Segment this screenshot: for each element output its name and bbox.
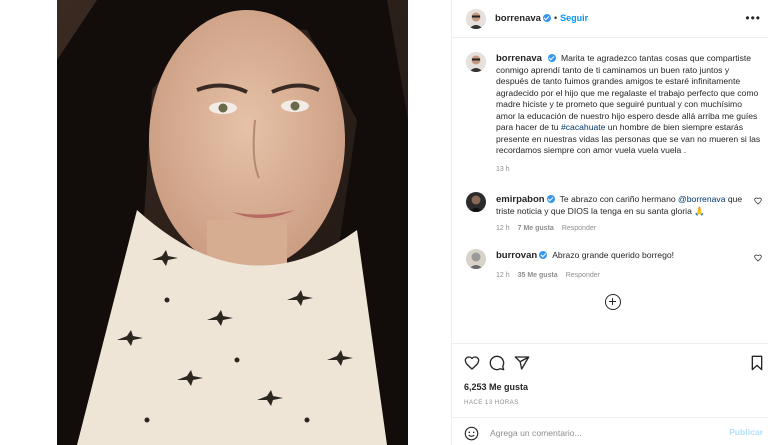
comment-item: burrovan Abrazo grande querido borrego! 1… [496,250,746,281]
more-options-icon[interactable]: ••• [745,11,761,25]
comment-avatar[interactable] [466,249,486,269]
comment-text: Abrazo grande querido borrego! [552,250,675,260]
comment-bubble-icon[interactable] [489,355,505,371]
comment-meta: 12 h 35 Me gusta Responder [496,270,746,282]
page-background [0,0,57,445]
post-date[interactable]: HACE 13 HORAS [464,399,519,406]
comment-reply-button[interactable]: Responder [566,272,600,279]
caption-meta: 13 h [496,164,762,176]
caption-text: Marita te agradezco tantas cosas que com… [496,53,759,132]
comment-likes[interactable]: 7 Me gusta [518,225,554,232]
comment-username[interactable]: burrovan [496,250,537,261]
save-bookmark-icon[interactable] [749,355,765,371]
separator-dot: • [553,13,558,23]
post-details-panel: borrenava • Seguir ••• borrenava Marita te … [451,0,768,445]
add-comment-bar: Publicar [452,417,768,445]
post-caption: borrenava Marita te agradezco tantas cosa… [496,53,762,175]
load-more-comments-icon[interactable] [605,294,621,310]
caption-timestamp[interactable]: 13 h [496,166,510,173]
portrait-image [57,0,408,445]
post-photo[interactable] [57,0,408,445]
like-heart-icon[interactable] [464,355,480,371]
comment-likes[interactable]: 35 Me gusta [518,272,558,279]
caption-hashtag-link[interactable]: #cacahuate [561,122,605,132]
comment-input[interactable] [490,425,720,441]
header-author-line: borrenava • Seguir [495,13,588,24]
comment-timestamp[interactable]: 12 h [496,225,510,232]
comment-mention-link[interactable]: @borrenava [678,194,725,204]
comment-username[interactable]: emirpabon [496,194,545,205]
publish-comment-button[interactable]: Publicar [729,427,763,437]
author-avatar[interactable] [466,9,486,29]
comment-text: Te abrazo con cariño hermano [559,194,679,204]
author-username[interactable]: borrenava [495,13,541,24]
caption-author-avatar[interactable] [466,52,486,72]
comment-item: emirpabon Te abrazo con cariño hermano @b… [496,194,746,235]
verified-badge-icon [539,251,548,259]
comment-timestamp[interactable]: 12 h [496,272,510,279]
verified-badge-icon [542,14,551,22]
likes-count[interactable]: 6,253 Me gusta [464,382,528,392]
emoji-smiley-icon[interactable] [464,426,479,441]
post-header: borrenava • Seguir ••• [452,0,768,38]
comment-reply-button[interactable]: Responder [562,225,596,232]
follow-button[interactable]: Seguir [560,13,588,23]
share-paper-plane-icon[interactable] [514,355,530,371]
comment-like-heart-icon[interactable] [754,254,762,262]
comment-meta: 12 h 7 Me gusta Responder [496,223,746,235]
caption-author-username[interactable]: borrenava [496,53,542,64]
comment-like-heart-icon[interactable] [754,197,762,205]
verified-badge-icon [546,195,555,203]
comment-avatar[interactable] [466,192,486,212]
verified-badge-icon [547,54,556,62]
post-actions-section: 6,253 Me gusta HACE 13 HORAS Publicar [452,343,768,445]
